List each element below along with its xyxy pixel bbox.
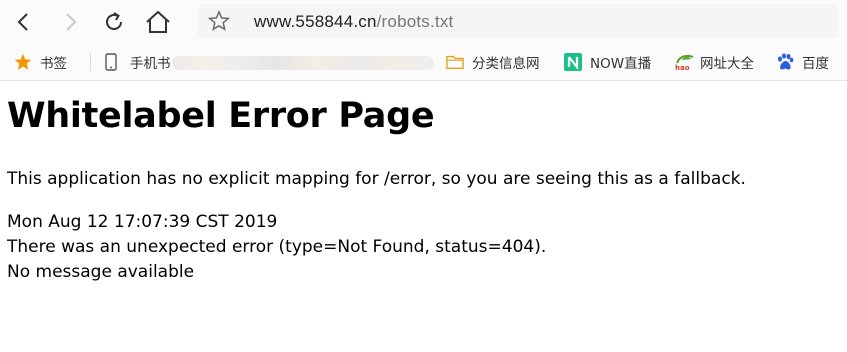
page-title: Whitelabel Error Page bbox=[7, 96, 435, 136]
bookmark-item-mobile[interactable]: 手机书 bbox=[102, 52, 171, 72]
folder-icon bbox=[446, 55, 464, 69]
bookmark-item-bookmarks[interactable]: 书签 bbox=[14, 52, 67, 72]
error-description: This application has no explicit mapping… bbox=[7, 169, 746, 189]
forward-arrow-icon bbox=[66, 13, 77, 31]
now-live-icon bbox=[564, 53, 582, 71]
baidu-paw-icon bbox=[778, 53, 794, 70]
url-text[interactable]: www.558844.cn/robots.txt bbox=[254, 12, 453, 32]
bookmark-label: 分类信息网 bbox=[472, 56, 540, 72]
browser-chrome: www.558844.cn/robots.txt 书签 手机书 分类信息网 NO… bbox=[0, 0, 847, 81]
bookmark-label: 网址大全 bbox=[700, 56, 754, 72]
home-button[interactable] bbox=[144, 8, 172, 36]
star-icon bbox=[14, 53, 32, 70]
reload-icon bbox=[106, 12, 122, 30]
back-arrow-icon bbox=[17, 13, 28, 31]
forward-button[interactable] bbox=[56, 8, 84, 36]
bookmark-star-icon[interactable] bbox=[208, 10, 230, 32]
phone-icon bbox=[105, 53, 117, 71]
bookmark-label: NOW直播 bbox=[590, 56, 652, 72]
blurred-bookmarks bbox=[172, 56, 434, 70]
bookmark-item-baidu[interactable]: 百度 bbox=[776, 52, 829, 72]
bookmark-label: 手机书 bbox=[130, 56, 171, 72]
reload-button[interactable] bbox=[100, 8, 128, 36]
home-icon bbox=[146, 10, 170, 33]
page-content: Whitelabel Error Page This application h… bbox=[0, 81, 847, 352]
error-timestamp: Mon Aug 12 17:07:39 CST 2019 bbox=[7, 212, 278, 232]
error-details: There was an unexpected error (type=Not … bbox=[7, 237, 547, 257]
back-button[interactable] bbox=[10, 8, 38, 36]
bookmark-label: 百度 bbox=[802, 56, 829, 72]
bookmark-item-classifieds[interactable]: 分类信息网 bbox=[446, 52, 540, 72]
browser-toolbar: www.558844.cn/robots.txt bbox=[0, 0, 847, 44]
bookmarks-bar: 书签 手机书 分类信息网 NOW直播 hao 网址大全 百度 bbox=[0, 44, 847, 80]
bookmark-item-directory[interactable]: hao 网址大全 bbox=[674, 52, 754, 72]
svg-text:hao: hao bbox=[675, 64, 690, 71]
bookmark-label: 书签 bbox=[40, 56, 67, 72]
address-bar[interactable]: www.558844.cn/robots.txt bbox=[198, 4, 838, 38]
bookmark-item-now-live[interactable]: NOW直播 bbox=[564, 52, 651, 72]
url-domain: www.558844.cn bbox=[254, 12, 377, 31]
hao-icon: hao bbox=[675, 54, 694, 71]
bookmark-separator bbox=[90, 53, 91, 71]
url-path: /robots.txt bbox=[376, 12, 454, 31]
error-message: No message available bbox=[7, 262, 195, 282]
